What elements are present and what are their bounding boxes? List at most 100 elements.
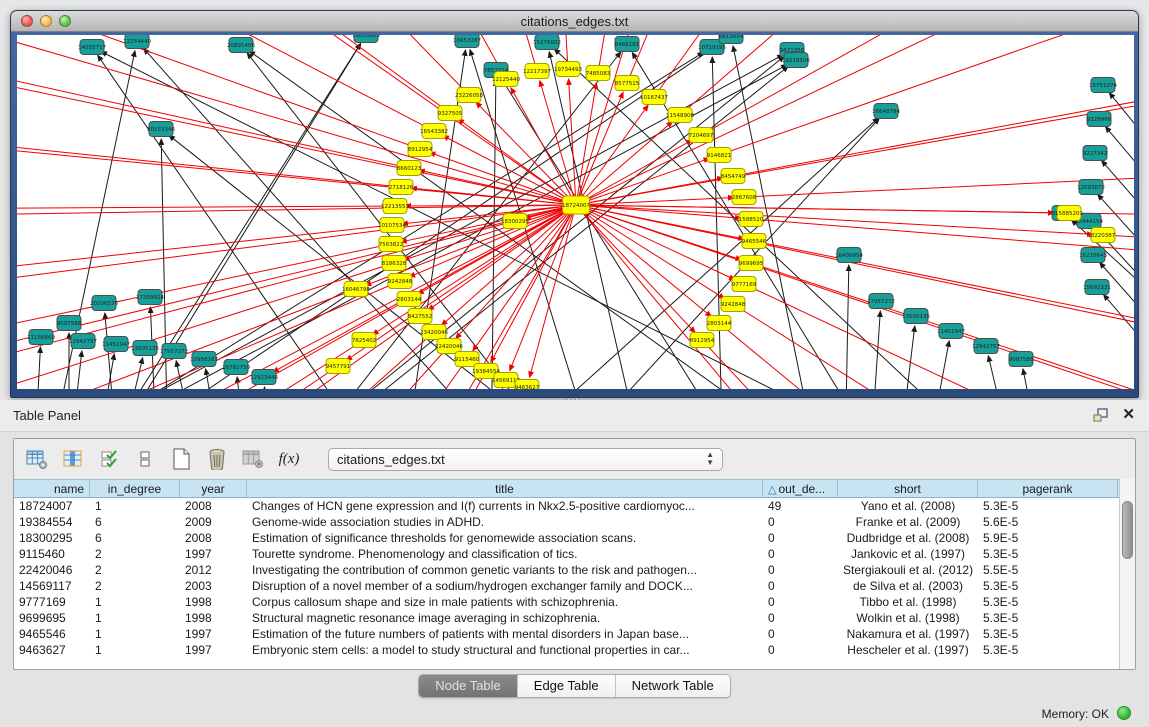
- close-panel-icon[interactable]: ✕: [1122, 405, 1135, 423]
- graph-node-label: 19218506: [782, 58, 810, 64]
- table-row[interactable]: 911546021997Tourette syndrome. Phenomeno…: [14, 547, 1119, 563]
- table-cell: Dudbridge et al. (2008): [838, 531, 978, 547]
- scrollbar-thumb[interactable]: [1122, 501, 1133, 559]
- table-cell: 1: [90, 499, 180, 515]
- table-selector-dropdown[interactable]: citations_edges.txt ▲▼: [328, 448, 723, 471]
- table-cell: 5.3E-5: [978, 547, 1118, 563]
- table-cell: 9463627: [14, 643, 90, 659]
- graph-node-label: 7825402: [352, 338, 377, 344]
- column-header-short[interactable]: short: [838, 480, 978, 497]
- graph-node-label: 15885201: [1055, 211, 1083, 217]
- graph-nodes: 1405571712254440208914061603380910653287…: [27, 35, 1117, 389]
- new-table-icon[interactable]: [168, 447, 194, 471]
- table-cell: Franke et al. (2009): [838, 515, 978, 531]
- table-cell: Estimation of the future numbers of pati…: [247, 627, 763, 643]
- graph-node-label: 11156869: [27, 335, 55, 341]
- memory-ok-icon[interactable]: [1117, 706, 1131, 720]
- graph-node-label: 16648784: [872, 109, 900, 115]
- column-header-year[interactable]: year: [180, 480, 247, 497]
- table-row[interactable]: 2242004622012Investigating the contribut…: [14, 563, 1119, 579]
- graph-node-label: 2803144: [707, 321, 732, 327]
- graph-node-label: 13505135: [902, 314, 930, 320]
- rows-icon[interactable]: [132, 447, 158, 471]
- table-panel-header: Table Panel ✕: [0, 400, 1149, 432]
- graph-node-label: 6466161: [615, 42, 640, 48]
- tab-network-table[interactable]: Network Table: [616, 675, 730, 697]
- graph-node-label: 16409954: [835, 253, 863, 259]
- table-cell: 5.6E-5: [978, 515, 1118, 531]
- table-header-row: name in_degree year title △out_de... sho…: [14, 479, 1119, 498]
- column-header-out-degree[interactable]: △out_de...: [763, 480, 838, 497]
- graph-node-label: 9146821: [707, 153, 732, 159]
- table-cell: Wolkin et al. (1998): [838, 611, 978, 627]
- vertical-scrollbar[interactable]: [1119, 479, 1135, 669]
- table-cell: Tibbo et al. (1998): [838, 595, 978, 611]
- graph-node-label: 10107534: [378, 223, 406, 229]
- table-row[interactable]: 1938455462009Genome-wide association stu…: [14, 515, 1119, 531]
- graph-node-label: 9463627: [515, 385, 540, 389]
- table-body: 1872400712008Changes of HCN gene express…: [14, 499, 1119, 669]
- graph-node-label: 12942757: [972, 344, 1000, 350]
- table-row[interactable]: 1830029562008Estimation of significance …: [14, 531, 1119, 547]
- table-cell: 49: [763, 499, 838, 515]
- graph-node-label: 2718126: [389, 185, 414, 191]
- table-row[interactable]: 946362711997Embryonic stem cells: a mode…: [14, 643, 1119, 659]
- column-header-in-degree[interactable]: in_degree: [90, 480, 180, 497]
- graph-node-label: 1588520: [739, 217, 764, 223]
- graph-node-label: 9699695: [739, 261, 764, 267]
- graph-node-label: 10653287: [453, 38, 481, 44]
- graph-node-label: 9777169: [732, 282, 757, 288]
- graph-node-label: 12125440: [492, 77, 520, 83]
- table-cell: de Silva et al. (2003): [838, 579, 978, 595]
- column-visibility-icon[interactable]: [60, 447, 86, 471]
- sort-ascending-icon: △: [768, 484, 776, 496]
- table-cell: 9777169: [14, 595, 90, 611]
- table-cell: 5.3E-5: [978, 627, 1118, 643]
- window-titlebar[interactable]: citations_edges.txt: [11, 11, 1138, 32]
- graph-node-label: 12093872: [1077, 185, 1105, 191]
- table-cell: 9115460: [14, 547, 90, 563]
- network-canvas[interactable]: 1405571712254440208914061603380910653287…: [17, 35, 1134, 389]
- table-cell: 0: [763, 627, 838, 643]
- graph-node-label: 16782759: [222, 365, 250, 371]
- table-cell: 1: [90, 627, 180, 643]
- table-cell: 18724007: [14, 499, 90, 515]
- graph-node-label: 8454749: [721, 174, 746, 180]
- table-cell: 1997: [180, 547, 247, 563]
- graph-node-label: 8660123: [397, 166, 422, 172]
- table-cell: 0: [763, 595, 838, 611]
- column-header-name[interactable]: name: [14, 480, 90, 497]
- memory-status-label: Memory: OK: [1042, 707, 1109, 721]
- float-window-icon[interactable]: [1093, 408, 1109, 422]
- table-row[interactable]: 969969511998Structural magnetic resonanc…: [14, 611, 1119, 627]
- graph-node-label: 18724007: [562, 203, 590, 209]
- tab-edge-table[interactable]: Edge Table: [518, 675, 616, 697]
- function-builder-icon[interactable]: f(x): [276, 447, 302, 471]
- graph-node-label: 16033809: [352, 35, 380, 39]
- column-header-title[interactable]: title: [247, 480, 763, 497]
- graph-node-label: 16046798: [342, 287, 370, 293]
- column-header-pagerank[interactable]: pagerank: [978, 480, 1118, 497]
- table-row[interactable]: 1872400712008Changes of HCN gene express…: [14, 499, 1119, 515]
- table-row[interactable]: 1456911722003Disruption of a novel membe…: [14, 579, 1119, 595]
- row-selection-icon[interactable]: [96, 447, 122, 471]
- graph-node-label: 14055717: [78, 45, 106, 51]
- status-bar: Memory: OK: [0, 700, 1149, 727]
- table-cell: 5.5E-5: [978, 563, 1118, 579]
- delete-table-icon[interactable]: [204, 447, 230, 471]
- graph-node-label: 9227342: [1083, 151, 1108, 157]
- table-cell: 2008: [180, 531, 247, 547]
- table-cell: 5.3E-5: [978, 611, 1118, 627]
- node-table-settings-icon[interactable]: [24, 447, 50, 471]
- graph-node-label: 9242848: [721, 302, 746, 308]
- import-table-icon[interactable]: [240, 447, 266, 471]
- graph-node-label: 12213553: [381, 204, 409, 210]
- network-window: citations_edges.txt 14055717122544402089…: [10, 10, 1139, 398]
- table-cell: 1998: [180, 595, 247, 611]
- graph-node-label: 11451947: [937, 329, 965, 335]
- tab-node-table[interactable]: Node Table: [419, 675, 518, 697]
- graph-node-label: 17957272: [867, 299, 895, 305]
- table-row[interactable]: 946554611997Estimation of the future num…: [14, 627, 1119, 643]
- table-row[interactable]: 977716911998Corpus callosum shape and si…: [14, 595, 1119, 611]
- table-cell: 9699695: [14, 611, 90, 627]
